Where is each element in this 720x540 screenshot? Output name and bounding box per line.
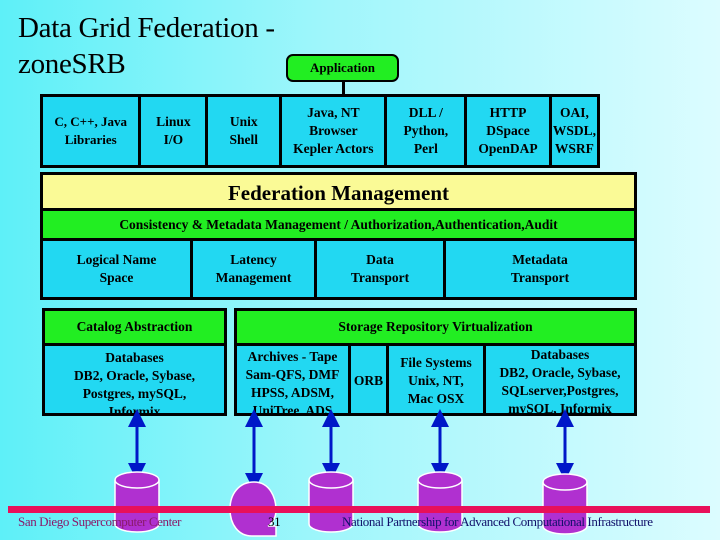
footer-organization: San Diego Supercomputer Center [18,514,182,529]
slide-page-number: 31 [268,514,281,529]
footer-bar [8,506,710,513]
footer-partnership: National Partnership for Advanced Comput… [342,514,653,529]
storage-devices-layer [114,409,588,537]
